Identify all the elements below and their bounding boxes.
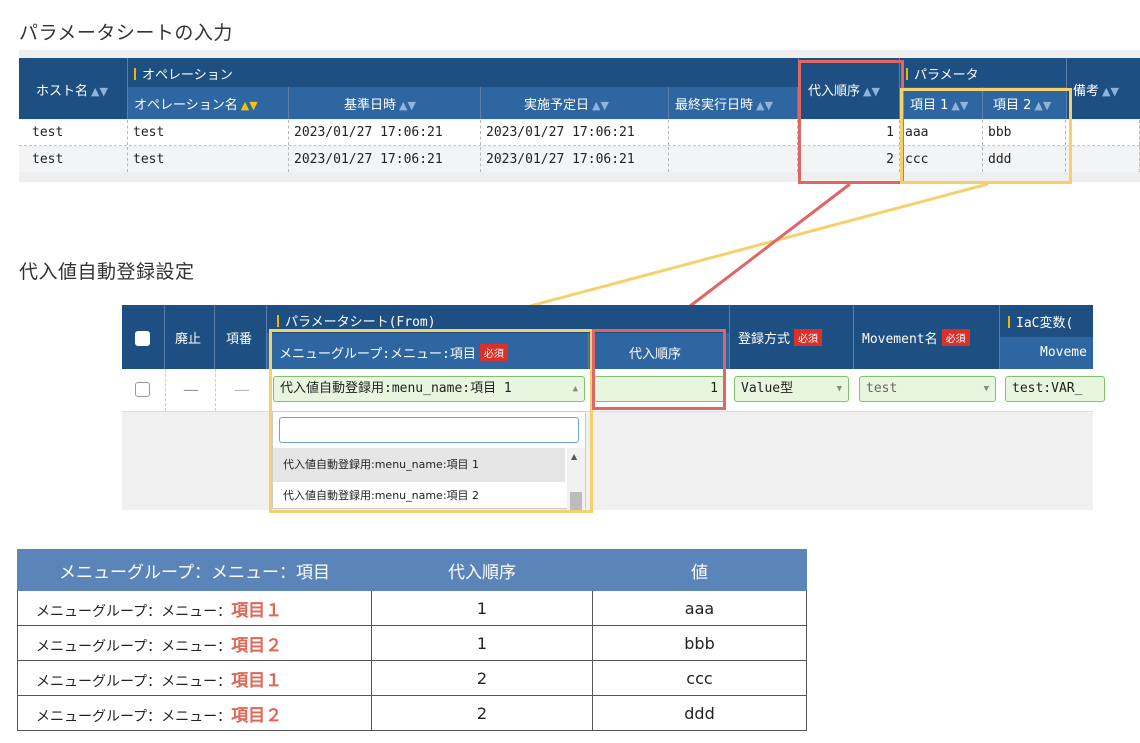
yellow-connector-line [469, 182, 989, 324]
required-badge: 必須 [941, 329, 970, 346]
required-badge: 必須 [794, 329, 823, 346]
dropdown-option[interactable]: 代入値自動登録用:menu_name:項目 2 [273, 482, 565, 510]
chevron-down-icon: ▼ [983, 384, 989, 394]
iac-variable-select[interactable]: test:VAR_ [1005, 376, 1105, 402]
table-row: メニューグループ：メニュー：項目１ 2 ccc [17, 660, 807, 696]
header-menu-item[interactable]: メニューグループ:メニュー:項目 必須 [267, 333, 589, 369]
dropdown-option[interactable]: 代入値自動登録用:menu_name:項目 1 [273, 448, 565, 482]
item-no-cell: — [215, 369, 268, 411]
chevron-up-icon: ▲ [572, 384, 578, 394]
header-iac-variable: IaC変数( [1000, 305, 1093, 337]
required-badge: 必須 [479, 344, 508, 361]
header-movement-name[interactable]: Movement名 必須 [854, 305, 1000, 369]
scrollbar-thumb[interactable] [570, 492, 582, 510]
section2-title: 代入値自動登録設定 [19, 261, 195, 283]
dropdown-scrollbar[interactable]: ▲ [567, 448, 585, 510]
table-row: メニューグループ：メニュー：項目２ 2 ddd [17, 695, 807, 731]
header-discard: 廃止 [165, 305, 215, 369]
header-iac-movement[interactable]: Moveme [1000, 337, 1093, 369]
reg-method-select[interactable]: Value型 ▼ [734, 376, 849, 402]
scroll-up-icon: ▲ [571, 452, 578, 461]
table-row: メニューグループ：メニュー：項目２ 1 bbb [17, 625, 807, 661]
menu-item-select[interactable]: 代入値自動登録用:menu_name:項目 1 ▲ [273, 376, 585, 402]
dropdown-search-input[interactable] [279, 417, 579, 443]
auto-registration-table: 廃止 項番 パラメータシート(From) メニューグループ:メニュー:項目 必須 … [122, 305, 1105, 510]
table-row[interactable]: — — 代入値自動登録用:menu_name:項目 1 ▲ 1 Value型 ▼ t… [122, 369, 1105, 412]
table-row: メニューグループ：メニュー：項目１ 1 aaa [17, 590, 807, 626]
summary-header-order: 代入順序 [371, 549, 593, 591]
header-param-sheet-from: パラメータシート(From) [267, 305, 729, 333]
chevron-down-icon: ▼ [836, 384, 842, 394]
movement-select[interactable]: test ▼ [859, 376, 996, 402]
menu-item-dropdown: 代入値自動登録用:menu_name:項目 1 代入値自動登録用:menu_na… [272, 411, 586, 510]
discard-cell: — [165, 369, 216, 411]
order-input[interactable]: 1 [594, 376, 725, 402]
summary-table: メニューグループ：メニュー：項目 代入順序 値 メニューグループ：メニュー：項目… [17, 549, 807, 731]
header-reg-method[interactable]: 登録方式 必須 [729, 305, 854, 369]
header-order[interactable]: 代入順序 [589, 333, 729, 369]
summary-header-value: 値 [592, 549, 807, 591]
summary-header-row: メニューグループ：メニュー：項目 代入順序 値 [17, 549, 807, 591]
row-checkbox[interactable] [135, 382, 150, 397]
select-all-checkbox[interactable] [135, 331, 150, 346]
summary-header-menu-item: メニューグループ：メニュー：項目 [17, 549, 372, 591]
header-item-no: 項番 [215, 305, 267, 369]
